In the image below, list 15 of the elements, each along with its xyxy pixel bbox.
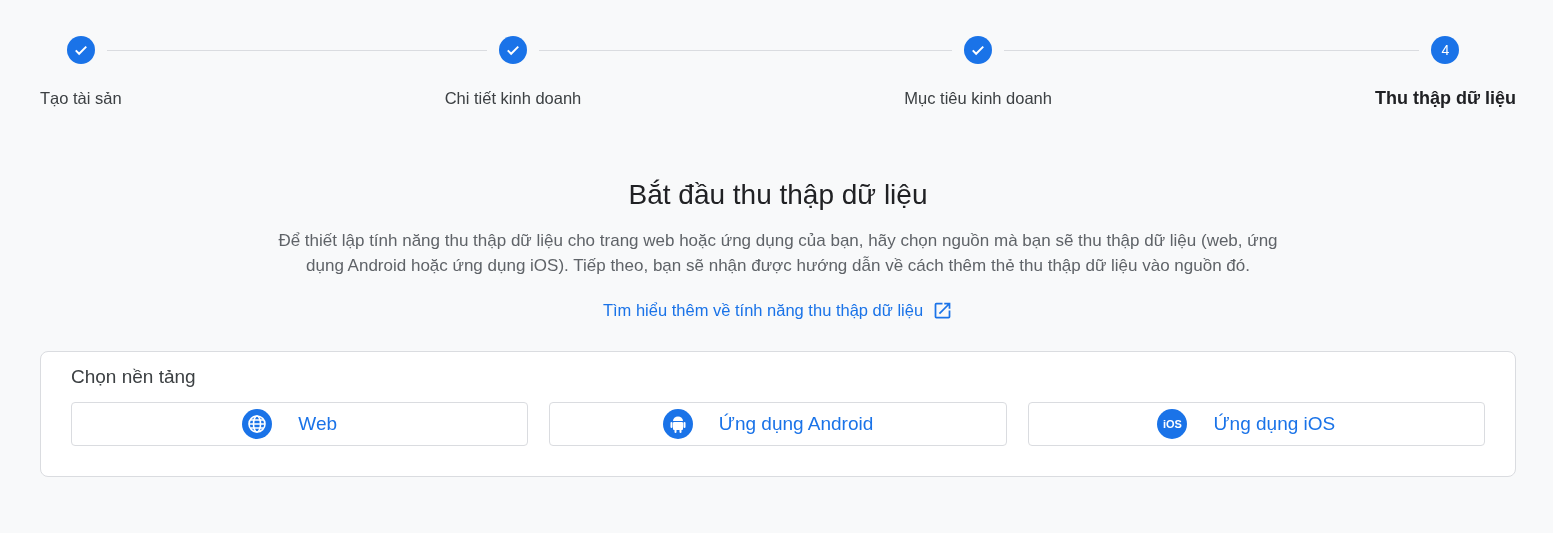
- platform-button[interactable]: iOS Ứng dụng iOS: [1027, 402, 1485, 446]
- page-heading: Bắt đầu thu thập dữ liệu: [627, 179, 929, 211]
- platform-button[interactable]: Web: [71, 402, 529, 446]
- step-label: Chi tiết kinh doanh: [444, 89, 582, 108]
- learn-more-link[interactable]: Tìm hiểu thêm về tính năng thu thập dữ liệu: [602, 300, 954, 321]
- globe-icon: [242, 409, 273, 439]
- step-label: Tạo tài sản: [40, 89, 122, 108]
- step-label: Thu thập dữ liệu: [1374, 88, 1516, 109]
- description: Để thiết lập tính năng thu thập dữ liệu cho trang web hoặc ứng dụng của bạn, hãy chọn nguồn mà bạn sẽ thu thập dữ liệu (web, ứng dụng Android hoặc ứng dụng iOS). Tiếp theo, bạn sẽ nhận được hướng dẫn về cách thêm thẻ thu thập dữ liệu vào nguồn đó.: [278, 230, 1278, 277]
- ios-icon: iOS: [1157, 409, 1188, 439]
- step-indicator: 4: [1431, 36, 1460, 64]
- platform-button[interactable]: Ứng dụng Android: [549, 402, 1007, 446]
- card-title: Chọn nền tảng: [71, 366, 197, 388]
- step-label: Mục tiêu kinh doanh: [904, 89, 1052, 108]
- android-icon: [662, 409, 693, 439]
